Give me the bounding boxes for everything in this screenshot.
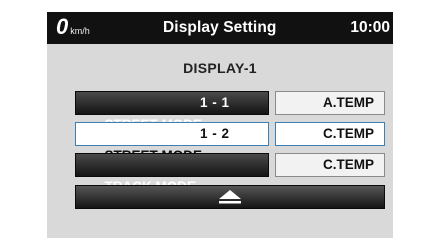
mode-number: 1 - 2	[200, 126, 230, 141]
temp-button[interactable]: C.TEMP	[275, 122, 385, 146]
speed-readout: 0 km/h	[56, 13, 90, 41]
display-screen: 0 km/h Display Setting 10:00 DISPLAY-1 S…	[47, 12, 393, 238]
screen-title: Display Setting	[163, 19, 277, 36]
up-button[interactable]	[75, 185, 385, 209]
mode-row: STREET MODE 1 - 2 C.TEMP	[75, 122, 389, 163]
speed-value: 0	[56, 14, 69, 39]
mode-button-track[interactable]: TRACK MODE	[75, 153, 269, 194]
temp-button[interactable]: A.TEMP	[275, 91, 385, 115]
mode-number: 1 - 1	[200, 95, 230, 110]
mode-row: TRACK MODE C.TEMP	[75, 153, 389, 194]
speed-unit: km/h	[70, 26, 90, 36]
eject-up-arrow-icon	[219, 190, 241, 204]
page-title: DISPLAY-1	[183, 60, 257, 76]
mode-button-street-1-1[interactable]: STREET MODE 1 - 1	[75, 91, 269, 132]
temp-button[interactable]: C.TEMP	[275, 153, 385, 177]
clock: 10:00	[350, 19, 390, 36]
mode-button-street-1-2[interactable]: STREET MODE 1 - 2	[75, 122, 269, 163]
mode-row: STREET MODE 1 - 1 A.TEMP	[75, 91, 389, 132]
status-bar: 0 km/h Display Setting 10:00	[47, 12, 393, 44]
